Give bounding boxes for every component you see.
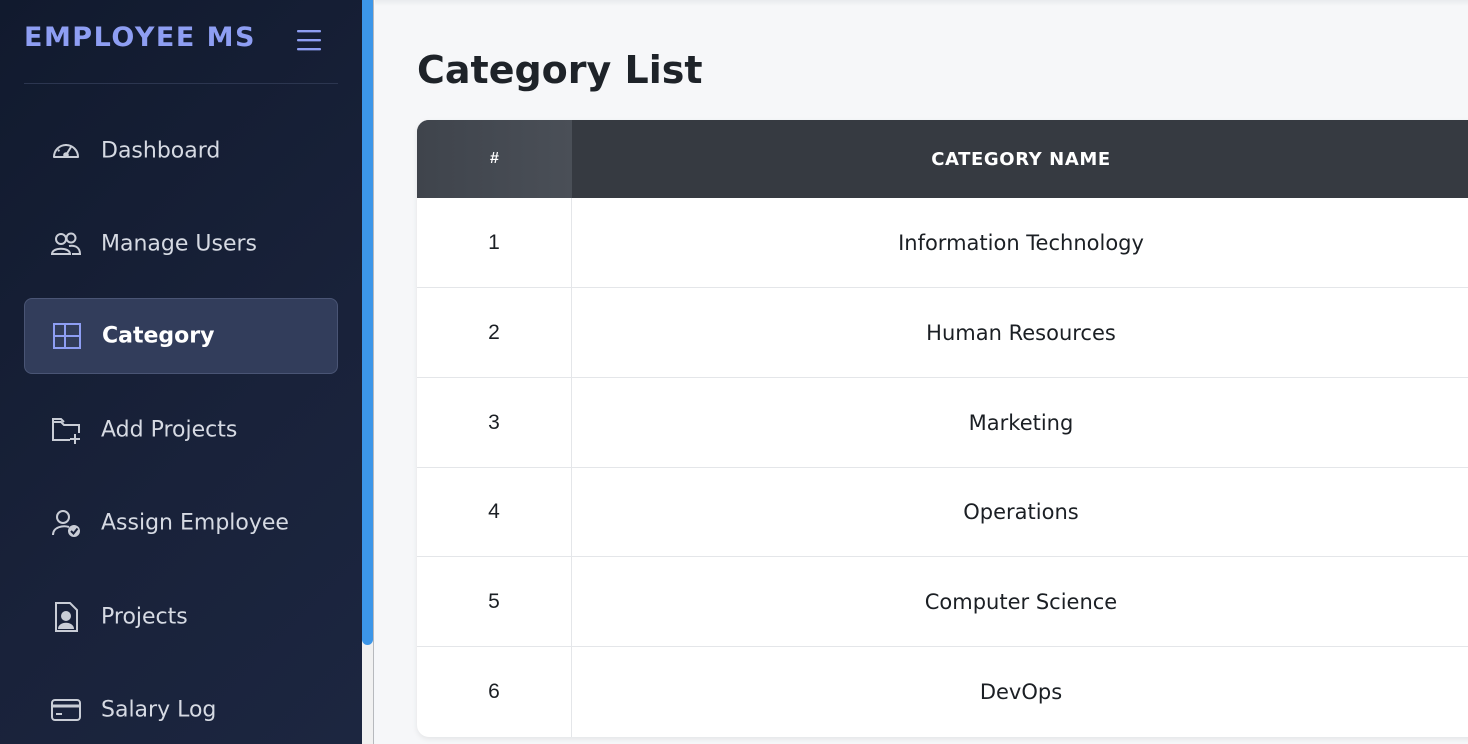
sidebar-item-add-projects[interactable]: Add Projects xyxy=(24,392,338,468)
sidebar-item-assign-employee[interactable]: Assign Employee xyxy=(24,485,338,561)
category-name: Information Technology xyxy=(898,230,1144,255)
row-number: 5 xyxy=(417,557,572,646)
category-table: # CATEGORY NAME 1 Information Technology… xyxy=(417,120,1468,737)
sidebar-item-label: Salary Log xyxy=(101,697,217,723)
table-header: # CATEGORY NAME xyxy=(417,120,1468,198)
app-brand: EMPLOYEE MS xyxy=(24,22,256,53)
category-name: Computer Science xyxy=(924,589,1118,614)
table-row: 1 Information Technology xyxy=(417,198,1468,288)
category-name: Operations xyxy=(963,499,1079,524)
row-number: 3 xyxy=(417,378,572,467)
table-row: 4 Operations xyxy=(417,467,1468,557)
sidebar-scrollbar-thumb[interactable] xyxy=(362,0,373,645)
sidebar-item-dashboard[interactable]: Dashboard xyxy=(24,113,338,189)
table-row: 2 Human Resources xyxy=(417,288,1468,378)
row-number: 4 xyxy=(417,467,572,556)
sidebar-header: EMPLOYEE MS xyxy=(24,0,338,84)
category-name: Human Resources xyxy=(926,320,1116,345)
top-bar xyxy=(375,0,1468,6)
users-icon xyxy=(50,228,82,260)
gauge-icon xyxy=(50,135,82,167)
row-number: 2 xyxy=(417,288,572,377)
row-number: 1 xyxy=(417,198,572,287)
row-number: 6 xyxy=(417,647,572,737)
sidebar-item-projects[interactable]: Projects xyxy=(24,579,338,655)
folder-plus-icon xyxy=(50,414,82,446)
menu-toggle-icon[interactable] xyxy=(296,26,322,54)
credit-card-icon xyxy=(50,694,82,726)
page-title: Category List xyxy=(417,48,703,92)
sidebar-item-label: Category xyxy=(102,323,215,349)
sidebar-item-category[interactable]: Category xyxy=(24,298,338,374)
column-header-number: # xyxy=(417,120,572,198)
category-name: Marketing xyxy=(968,410,1074,435)
table-row: 3 Marketing xyxy=(417,378,1468,468)
category-name: DevOps xyxy=(979,680,1063,704)
sidebar-item-salary-log[interactable]: Salary Log xyxy=(24,672,338,744)
table-row: 6 DevOps xyxy=(417,647,1468,737)
layout-icon xyxy=(51,320,83,352)
file-person-icon xyxy=(50,601,82,633)
sidebar-item-manage-users[interactable]: Manage Users xyxy=(24,206,338,282)
sidebar-item-label: Dashboard xyxy=(101,138,221,164)
sidebar-item-label: Projects xyxy=(101,604,188,630)
sidebar-item-label: Add Projects xyxy=(101,417,238,443)
sidebar-item-label: Assign Employee xyxy=(101,510,289,536)
sidebar-item-label: Manage Users xyxy=(101,231,257,257)
table-row: 5 Computer Science xyxy=(417,557,1468,647)
column-header-category-name: CATEGORY NAME xyxy=(931,148,1111,170)
user-check-icon xyxy=(50,507,82,539)
main-content: Category List # CATEGORY NAME 1 Informat… xyxy=(375,0,1468,744)
sidebar: EMPLOYEE MS Dashboard Manage Users Categ… xyxy=(0,0,362,744)
